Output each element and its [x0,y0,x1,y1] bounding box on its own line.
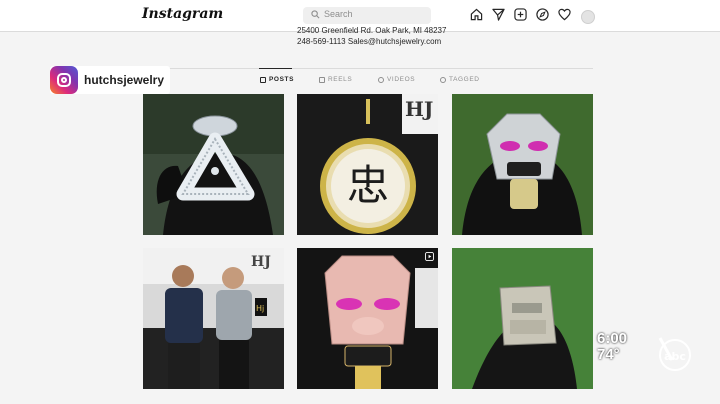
video-play-icon [378,76,384,83]
search-input[interactable]: Search [303,7,431,24]
post-pig-pendant-reel[interactable] [297,248,438,389]
home-icon[interactable] [470,8,483,21]
instagram-logo[interactable]: Instagram [142,6,223,22]
search-icon [311,10,320,19]
instagram-handle-badge: hutchsjewelry [50,66,171,94]
reels-icon [319,76,325,83]
post-chinese-medallion[interactable]: HJ 忠 [297,94,438,235]
tab-label: TAGGED [449,76,480,83]
abc-station-logo: abc [658,337,691,371]
reel-icon [425,252,434,261]
tab-reels[interactable]: REELS [319,76,352,83]
activity-heart-icon[interactable] [558,8,571,21]
grid-icon [260,76,266,83]
direct-messages-icon[interactable] [492,8,505,21]
new-post-icon[interactable] [514,8,527,21]
search-placeholder: Search [324,9,353,19]
post-pig-pendant[interactable] [452,94,593,235]
instagram-logo-icon [50,66,78,94]
tabs-divider [143,68,593,69]
tab-label: VIDEOS [387,76,416,83]
explore-compass-icon[interactable] [536,8,549,21]
tab-posts[interactable]: POSTS [260,76,294,83]
post-grass-pendant[interactable] [452,248,593,389]
broadcast-time-temp: 6:00 74° [597,331,627,363]
tagged-user-icon [440,76,446,83]
tab-label: REELS [328,76,353,83]
tab-label: POSTS [269,76,295,83]
broadcast-temperature: 74° [597,346,620,363]
svg-text:abc: abc [664,350,686,363]
post-store-photo[interactable]: HJ Hj [143,248,284,389]
profile-avatar[interactable] [581,10,595,24]
profile-contact[interactable]: 248-569-1113 Sales@hutchsjewelry.com [297,37,441,46]
broadcast-time: 6:00 [597,330,628,347]
brand-mark-hj: HJ [405,97,433,121]
svg-text:Hj: Hj [256,304,264,313]
profile-username: hutchsjewelry [84,73,165,87]
tab-videos[interactable]: VIDEOS [378,76,415,83]
svg-text:HJ: HJ [251,254,271,270]
medallion-character: 忠 [347,161,389,210]
tab-tagged[interactable]: TAGGED [440,76,480,83]
active-tab-indicator [259,68,292,69]
post-recycle-pendant[interactable] [143,94,284,235]
profile-address: 25400 Greenfield Rd. Oak Park, MI 48237 [297,26,447,35]
